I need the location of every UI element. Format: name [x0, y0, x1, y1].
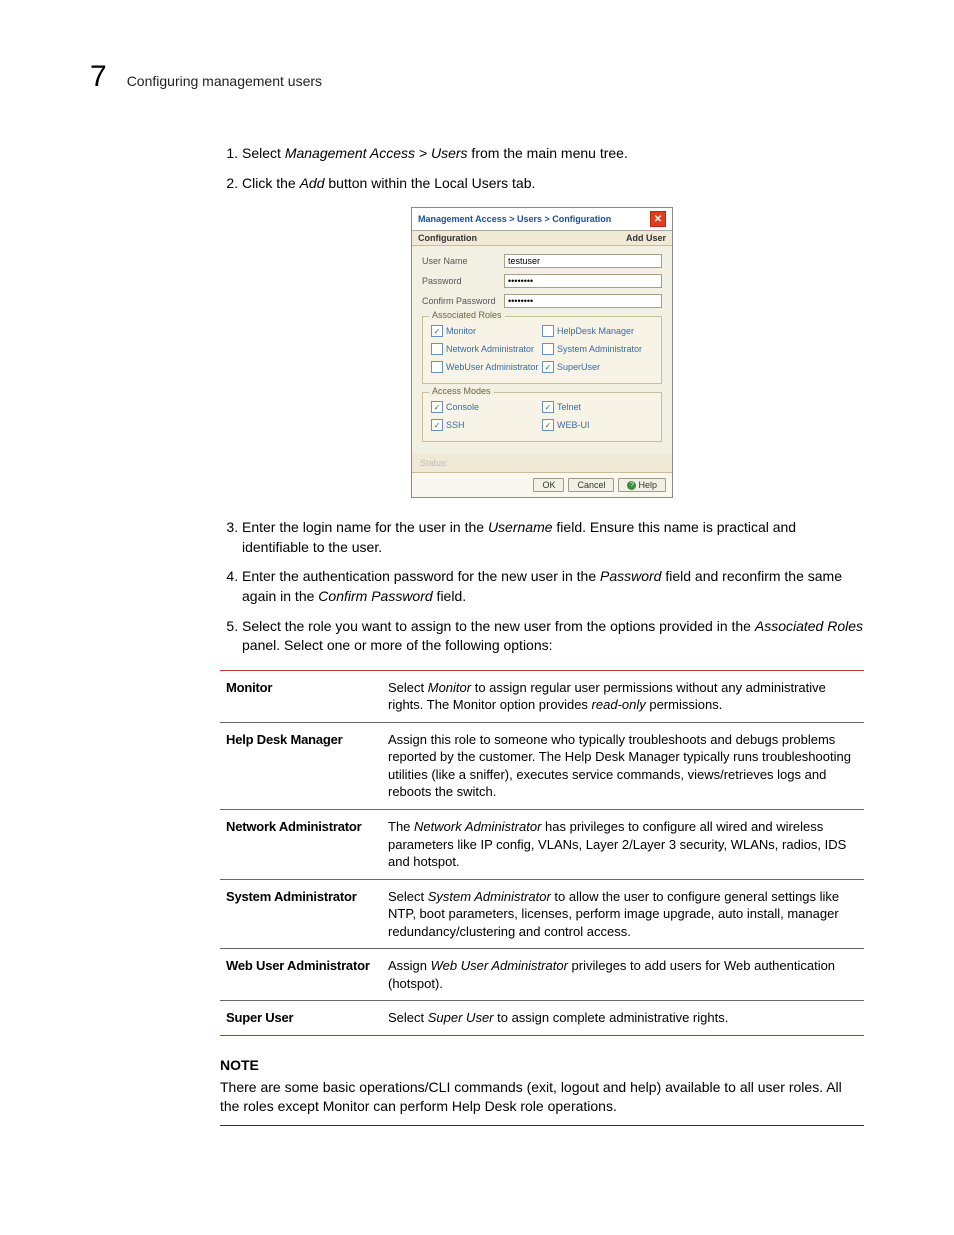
access-modes-group: Access Modes ✓Console ✓Telnet ✓SSH ✓WEB-…	[422, 392, 662, 442]
cancel-button[interactable]: Cancel	[568, 478, 614, 492]
role-helpdesk-checkbox[interactable]: HelpDesk Manager	[542, 325, 653, 337]
password-label: Password	[422, 276, 504, 286]
role-desc-cell: The Network Administrator has privileges…	[382, 810, 864, 880]
ok-button[interactable]: OK	[533, 478, 564, 492]
roles-table: MonitorSelect Monitor to assign regular …	[220, 670, 864, 1036]
dialog-status: Status:	[412, 454, 672, 472]
note-block: NOTE There are some basic operations/CLI…	[220, 1056, 864, 1126]
role-name-cell: Help Desk Manager	[220, 722, 382, 809]
step-4: Enter the authentication password for th…	[242, 567, 864, 606]
step-3: Enter the login name for the user in the…	[242, 518, 864, 557]
mode-webui-checkbox[interactable]: ✓WEB-UI	[542, 419, 653, 431]
confirm-password-label: Confirm Password	[422, 296, 504, 306]
step-5: Select the role you want to assign to th…	[242, 617, 864, 656]
role-netadmin-checkbox[interactable]: Network Administrator	[431, 343, 542, 355]
chapter-number: 7	[90, 60, 107, 94]
username-input[interactable]	[504, 254, 662, 268]
table-row: Network AdministratorThe Network Adminis…	[220, 810, 864, 880]
close-icon[interactable]: ✕	[650, 211, 666, 227]
mode-telnet-checkbox[interactable]: ✓Telnet	[542, 401, 653, 413]
page-header: 7 Configuring management users	[90, 60, 864, 94]
mode-console-checkbox[interactable]: ✓Console	[431, 401, 542, 413]
table-row: MonitorSelect Monitor to assign regular …	[220, 670, 864, 722]
help-button[interactable]: ?Help	[618, 478, 666, 492]
table-row: Help Desk ManagerAssign this role to som…	[220, 722, 864, 809]
password-input[interactable]	[504, 274, 662, 288]
role-desc-cell: Assign this role to someone who typicall…	[382, 722, 864, 809]
role-name-cell: Network Administrator	[220, 810, 382, 880]
role-desc-cell: Select System Administrator to allow the…	[382, 879, 864, 949]
dialog-subbar: Configuration Add User	[412, 231, 672, 246]
note-text: There are some basic operations/CLI comm…	[220, 1079, 842, 1115]
role-name-cell: System Administrator	[220, 879, 382, 949]
dialog-title: Management Access > Users > Configuratio…	[418, 214, 611, 224]
username-label: User Name	[422, 256, 504, 266]
dialog-titlebar: Management Access > Users > Configuratio…	[412, 208, 672, 231]
table-row: Super UserSelect Super User to assign co…	[220, 1001, 864, 1036]
role-desc-cell: Select Super User to assign complete adm…	[382, 1001, 864, 1036]
note-rule	[220, 1125, 864, 1126]
role-name-cell: Monitor	[220, 670, 382, 722]
role-name-cell: Web User Administrator	[220, 949, 382, 1001]
step-1: Select Management Access > Users from th…	[242, 144, 864, 164]
note-label: NOTE	[220, 1056, 864, 1076]
confirm-password-input[interactable]	[504, 294, 662, 308]
chapter-title: Configuring management users	[127, 73, 322, 89]
role-sysadmin-checkbox[interactable]: System Administrator	[542, 343, 653, 355]
role-desc-cell: Select Monitor to assign regular user pe…	[382, 670, 864, 722]
table-row: Web User AdministratorAssign Web User Ad…	[220, 949, 864, 1001]
associated-roles-group: Associated Roles ✓Monitor HelpDesk Manag…	[422, 316, 662, 384]
role-webuser-checkbox[interactable]: WebUser Administrator	[431, 361, 542, 373]
table-row: System AdministratorSelect System Admini…	[220, 879, 864, 949]
role-desc-cell: Assign Web User Administrator privileges…	[382, 949, 864, 1001]
role-monitor-checkbox[interactable]: ✓Monitor	[431, 325, 542, 337]
role-superuser-checkbox[interactable]: ✓SuperUser	[542, 361, 653, 373]
step-2: Click the Add button within the Local Us…	[242, 174, 864, 194]
mode-ssh-checkbox[interactable]: ✓SSH	[431, 419, 542, 431]
help-icon: ?	[627, 481, 636, 490]
add-user-dialog: Management Access > Users > Configuratio…	[411, 207, 673, 498]
role-name-cell: Super User	[220, 1001, 382, 1036]
